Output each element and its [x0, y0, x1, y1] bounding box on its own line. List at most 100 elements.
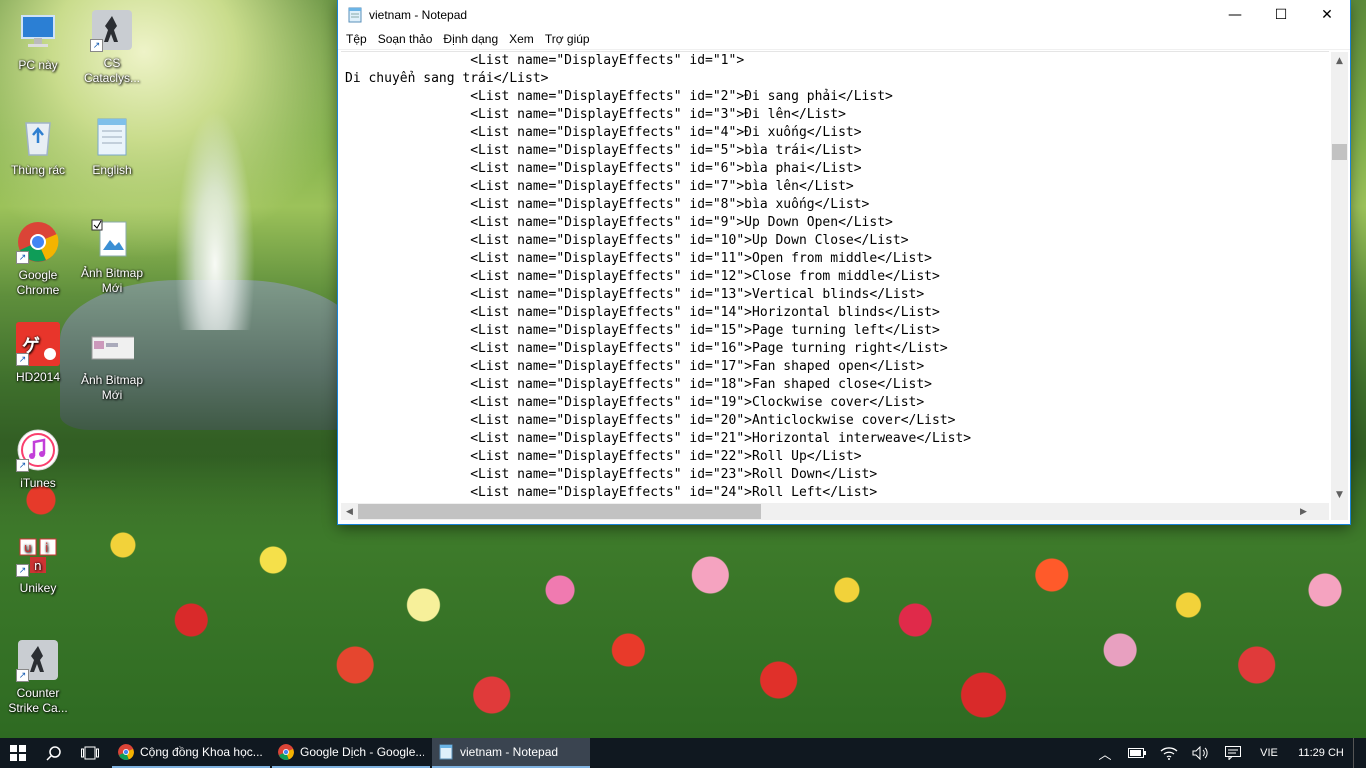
window-title: vietnam - Notepad — [369, 7, 468, 22]
taskbar-app-label: vietnam - Notepad — [460, 745, 559, 759]
scroll-up-icon[interactable]: ▲ — [1331, 52, 1348, 69]
menu-file[interactable]: Tệp — [342, 32, 374, 46]
text-line: <List name="DisplayEffects" id="20">Anti… — [345, 413, 956, 428]
system-tray: ︿ VIE 11:29 CH — [1089, 738, 1366, 768]
bitmap-file-icon — [90, 325, 137, 369]
taskbar-app-chrome-2[interactable]: Google Dịch - Google... — [272, 738, 430, 768]
desktop-icon-label: HD2014 — [15, 370, 61, 384]
bitmap-file-icon — [90, 218, 134, 262]
notepad-icon — [439, 744, 453, 760]
desktop-icon-label: CS Cataclys... — [83, 56, 140, 85]
volume-icon[interactable] — [1185, 738, 1217, 768]
shortcut-arrow-icon: ↗ — [16, 353, 29, 366]
search-button[interactable] — [36, 738, 72, 768]
text-line: <List name="DisplayEffects" id="15">Page… — [345, 323, 940, 338]
clock[interactable]: 11:29 CH — [1289, 747, 1353, 759]
shortcut-arrow-icon: ↗ — [16, 564, 29, 577]
battery-icon[interactable] — [1121, 738, 1153, 768]
close-button[interactable]: ✕ — [1304, 0, 1350, 29]
windows-logo-icon — [10, 745, 26, 761]
maximize-button[interactable]: ☐ — [1258, 0, 1304, 29]
menu-view[interactable]: Xem — [505, 32, 541, 46]
desktop-icon-pc[interactable]: PC này — [0, 10, 76, 73]
menu-format[interactable]: Định dạng — [439, 32, 505, 46]
text-line: <List name="DisplayEffects" id="22">Roll… — [345, 449, 862, 464]
title-bar[interactable]: vietnam - Notepad — ☐ ✕ — [338, 0, 1350, 29]
desktop-icon-label: Thùng rác — [10, 163, 66, 177]
text-line: <List name="DisplayEffects" id="19">Cloc… — [345, 395, 925, 410]
text-line: <List name="DisplayEffects" id="7">bìa l… — [345, 179, 854, 194]
menu-edit[interactable]: Soạn thảo — [374, 32, 440, 46]
vertical-scrollbar[interactable]: ▲ ▼ — [1331, 52, 1348, 503]
menu-bar: Tệp Soạn thảo Định dạng Xem Trợ giúp — [338, 29, 1350, 50]
desktop-icon-counter-strike[interactable]: ↗ Counter Strike Ca... — [0, 638, 76, 716]
show-hidden-icons-button[interactable]: ︿ — [1089, 738, 1121, 768]
unikey-icon: uin ↗ — [16, 533, 60, 577]
desktop-icon-label: English — [92, 163, 132, 177]
text-line: <List name="DisplayEffects" id="21">Hori… — [345, 431, 972, 446]
wifi-icon[interactable] — [1153, 738, 1185, 768]
text-line: <List name="DisplayEffects" id="5">bìa t… — [345, 143, 862, 158]
taskbar-app-label: Cộng đồng Khoa học... — [140, 745, 263, 759]
text-line: <List name="DisplayEffects" id="4">Đi xu… — [345, 125, 862, 140]
desktop-icon-hd2014[interactable]: ゲ ↗ HD2014 — [0, 322, 76, 385]
computer-icon — [16, 10, 60, 54]
menu-help[interactable]: Trợ giúp — [541, 32, 597, 46]
text-line: <List name="DisplayEffects" id="18">Fan … — [345, 377, 932, 392]
horizontal-scroll-thumb[interactable] — [358, 504, 761, 519]
desktop-icon-bitmap-2[interactable]: Ảnh Bitmap Mới — [74, 325, 150, 403]
scroll-right-icon[interactable]: ▶ — [1295, 503, 1312, 520]
desktop-icon-recycle-bin[interactable]: Thùng rác — [0, 115, 76, 178]
chrome-icon — [278, 744, 294, 760]
text-line: <List name="DisplayEffects" id="10">Up D… — [345, 233, 909, 248]
desktop-icon-label: Ảnh Bitmap Mới — [80, 266, 144, 295]
text-editor[interactable]: <List name="DisplayEffects" id="1"> Di c… — [341, 51, 1329, 504]
search-icon — [46, 746, 61, 761]
desktop-icon-chrome[interactable]: ↗ Google Chrome — [0, 220, 76, 298]
notepad-file-icon — [90, 115, 134, 159]
chrome-icon: ↗ — [16, 220, 60, 264]
size-grip[interactable] — [1331, 503, 1348, 520]
hd2014-icon: ゲ ↗ — [16, 322, 60, 366]
desktop-icon-unikey[interactable]: uin ↗ Unikey — [0, 533, 76, 596]
show-desktop-button[interactable] — [1353, 738, 1366, 768]
desktop-icon-english[interactable]: English — [74, 115, 150, 178]
chrome-icon — [118, 744, 134, 760]
task-view-icon — [81, 746, 99, 760]
task-view-button[interactable] — [72, 738, 108, 768]
scroll-left-icon[interactable]: ◀ — [341, 503, 358, 520]
language-indicator[interactable]: VIE — [1249, 747, 1289, 759]
svg-text:n: n — [34, 559, 42, 573]
counter-strike-icon: ↗ — [16, 638, 60, 682]
svg-text:i: i — [45, 541, 48, 555]
shortcut-arrow-icon: ↗ — [16, 251, 29, 264]
itunes-icon: ↗ — [16, 428, 60, 472]
desktop-icon-label: PC này — [18, 58, 58, 72]
desktop-icon-label: Unikey — [19, 581, 57, 595]
horizontal-scrollbar[interactable]: ◀ ▶ — [341, 503, 1329, 520]
text-line: <List name="DisplayEffects" id="1"> — [345, 53, 745, 68]
text-line: <List name="DisplayEffects" id="17">Fan … — [345, 359, 925, 374]
notepad-window[interactable]: vietnam - Notepad — ☐ ✕ Tệp Soạn thảo Đị… — [338, 0, 1350, 524]
desktop-icon-bitmap-1[interactable]: Ảnh Bitmap Mới — [74, 218, 150, 296]
text-line: <List name="DisplayEffects" id="6">bìa p… — [345, 161, 862, 176]
text-line: <List name="DisplayEffects" id="24">Roll… — [345, 485, 878, 500]
taskbar-app-notepad[interactable]: vietnam - Notepad — [432, 738, 590, 768]
text-line: <List name="DisplayEffects" id="23">Roll… — [345, 467, 878, 482]
vertical-scroll-thumb[interactable] — [1332, 144, 1347, 160]
action-center-icon[interactable] — [1217, 738, 1249, 768]
desktop-icon-cs-cataclysm[interactable]: ↗ CS Cataclys... — [74, 8, 150, 86]
chevron-up-icon: ︿ — [1098, 746, 1112, 762]
text-line: Di chuyển sang trái</List> — [345, 71, 549, 86]
taskbar-app-chrome-1[interactable]: Cộng đồng Khoa học... — [112, 738, 270, 768]
text-line: <List name="DisplayEffects" id="16">Page… — [345, 341, 948, 356]
desktop-icon-label: iTunes — [20, 476, 56, 490]
scroll-down-icon[interactable]: ▼ — [1331, 486, 1348, 503]
wallpaper-fountain — [175, 110, 255, 330]
minimize-button[interactable]: — — [1212, 0, 1258, 29]
desktop-icon-label: Ảnh Bitmap Mới — [80, 373, 144, 402]
shortcut-arrow-icon: ↗ — [16, 669, 29, 682]
start-button[interactable] — [0, 738, 36, 768]
text-line: <List name="DisplayEffects" id="11">Open… — [345, 251, 932, 266]
desktop-icon-itunes[interactable]: ↗ iTunes — [0, 428, 76, 491]
